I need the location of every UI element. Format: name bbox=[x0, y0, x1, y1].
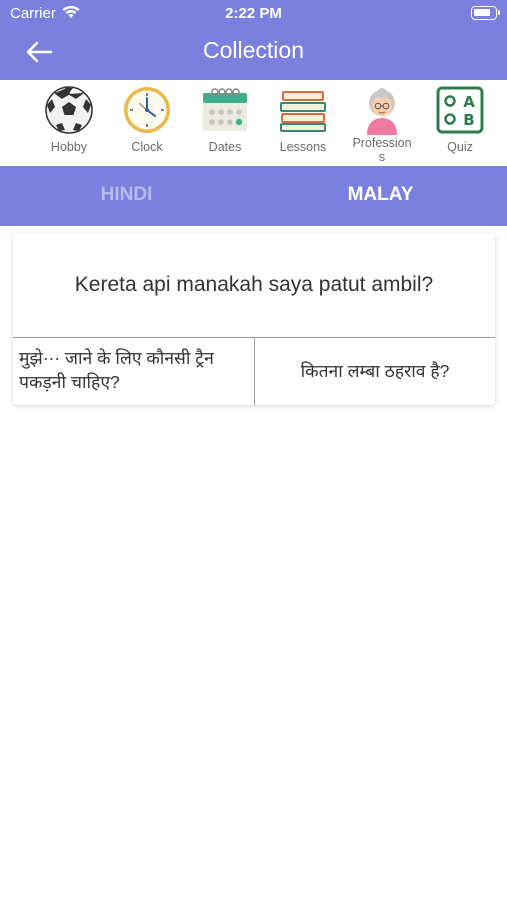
category-item-dates[interactable]: Dates bbox=[190, 80, 260, 166]
books-icon bbox=[280, 91, 326, 132]
category-label: Quiz bbox=[447, 140, 473, 154]
category-item-professions[interactable]: Profession s bbox=[347, 80, 417, 166]
grandmother-icon bbox=[367, 88, 397, 135]
status-time: 2:22 PM bbox=[225, 5, 282, 22]
battery-icon bbox=[471, 6, 500, 20]
tab-hindi[interactable]: HINDI bbox=[0, 166, 253, 226]
category-strip[interactable]: s Hobby Clock bbox=[0, 80, 507, 166]
tab-malay[interactable]: MALAY bbox=[254, 166, 507, 226]
status-bar: Carrier 2:22 PM bbox=[0, 0, 507, 28]
svg-text:A: A bbox=[463, 93, 475, 111]
category-label: Profession s bbox=[352, 136, 412, 164]
question-text: Kereta api manakah saya patut ambil? bbox=[74, 273, 434, 296]
answer-option-right[interactable]: कितना लम्बा ठहराव है? bbox=[255, 338, 495, 405]
soccer-ball-icon bbox=[45, 86, 93, 134]
category-label: s bbox=[0, 140, 14, 154]
svg-text:B: B bbox=[463, 111, 474, 129]
category-label: Lessons bbox=[279, 140, 327, 154]
partial-category-icon bbox=[0, 85, 4, 135]
category-item-lessons[interactable]: Lessons bbox=[268, 80, 338, 166]
answer-option-left[interactable]: मुझे··· जाने के लिए कौनसी ट्रैन पकड़नी च… bbox=[13, 338, 254, 405]
category-label: Clock bbox=[131, 140, 163, 154]
category-item-partial[interactable]: s bbox=[0, 80, 14, 166]
category-label: Hobby bbox=[50, 140, 88, 154]
abcd-board-icon: A B bbox=[436, 86, 484, 134]
question-card: Kereta api manakah saya patut ambil? मुझ… bbox=[13, 233, 495, 405]
clock-icon bbox=[124, 87, 170, 133]
category-item-hobby[interactable]: Hobby bbox=[34, 80, 104, 166]
calendar-icon bbox=[203, 88, 247, 131]
app-header: Carrier 2:22 PM Collection bbox=[0, 0, 507, 80]
category-label: Dates bbox=[208, 140, 242, 154]
category-item-quiz[interactable]: A B Quiz bbox=[425, 80, 495, 166]
page-title: Collection bbox=[203, 37, 304, 63]
category-item-clock[interactable]: Clock bbox=[112, 80, 182, 166]
language-tabs: HINDI MALAY bbox=[0, 166, 507, 226]
